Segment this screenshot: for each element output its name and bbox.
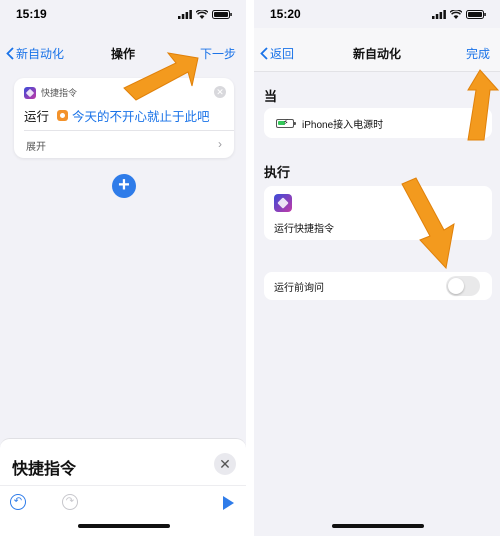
- back-label: 新自动化: [16, 46, 65, 61]
- back-button[interactable]: 新自动化: [6, 45, 64, 62]
- done-button[interactable]: 完成: [466, 45, 490, 62]
- status-icons: [432, 9, 486, 19]
- close-icon[interactable]: ✕: [214, 86, 226, 98]
- action-app-name: 快捷指令: [41, 88, 78, 98]
- home-indicator: [78, 524, 170, 528]
- chevron-right-icon[interactable]: ›: [218, 137, 222, 151]
- sheet-title: 快捷指令: [12, 461, 77, 478]
- battery-icon: [212, 9, 232, 19]
- ask-before-running-toggle[interactable]: [446, 276, 480, 296]
- add-action-button[interactable]: +: [112, 174, 136, 198]
- nav-bar: 新自动化 操作 下一步: [0, 38, 246, 68]
- action-text: 运行快捷指令: [274, 224, 334, 235]
- battery-icon: [466, 9, 486, 19]
- ask-before-running-row: 运行前询问: [264, 272, 492, 300]
- chevron-left-icon: [260, 46, 268, 60]
- status-bar: 15:19: [0, 0, 246, 28]
- chevron-left-icon: [6, 46, 14, 60]
- play-icon[interactable]: [223, 496, 234, 510]
- action-card[interactable]: 快捷指令 ✕ 运行 今天的不开心就止于此吧 展开 ›: [14, 78, 234, 158]
- wifi-icon: [450, 9, 462, 19]
- shortcuts-icon: [274, 194, 292, 212]
- nav-bar: 返回 新自动化 完成: [254, 38, 500, 68]
- signal-icon: [432, 9, 446, 19]
- battery-charging-icon: ⚡: [276, 118, 296, 128]
- trigger-row[interactable]: ⚡ iPhone接入电源时: [264, 108, 492, 138]
- divider: [24, 130, 234, 131]
- sheet-close-button[interactable]: ✕: [214, 453, 236, 475]
- signal-icon: [178, 9, 192, 19]
- home-indicator: [332, 524, 424, 528]
- page-title: 操作: [110, 46, 135, 61]
- do-section-label: 执行: [264, 165, 291, 180]
- wifi-icon: [196, 9, 208, 19]
- status-time: 15:20: [270, 7, 301, 21]
- shortcut-chip-icon: [57, 110, 69, 121]
- page-title: 新自动化: [352, 46, 401, 61]
- back-label: 返回: [270, 46, 295, 61]
- back-button[interactable]: 返回: [260, 45, 294, 62]
- expand-button[interactable]: 展开: [26, 138, 46, 153]
- actions-sheet: 快捷指令 ✕ ↶ ↷: [0, 438, 246, 536]
- ask-before-running-label: 运行前询问: [274, 282, 324, 294]
- next-button[interactable]: 下一步: [200, 45, 236, 62]
- status-time: 15:19: [16, 7, 47, 21]
- action-row[interactable]: 运行快捷指令: [264, 186, 492, 240]
- status-bar: 15:20: [254, 0, 500, 28]
- run-shortcut-row: 运行 今天的不开心就止于此吧: [24, 106, 210, 125]
- sheet-toolbar: ↶ ↷: [0, 485, 246, 519]
- left-screen: 15:19 新自动化 操作 下一步 快捷指令 ✕ 运行 今天的不开心就止于此吧 …: [0, 0, 246, 536]
- when-section-label: 当: [264, 89, 278, 104]
- action-card-header: 快捷指令: [24, 86, 77, 99]
- right-screen: 15:20 返回 新自动化 完成 当 ⚡ iPhone接入电源时 执行 运行快捷…: [254, 0, 500, 536]
- shortcut-name-token[interactable]: 今天的不开心就止于此吧: [72, 106, 210, 125]
- trigger-text: iPhone接入电源时: [302, 119, 384, 131]
- redo-icon[interactable]: ↷: [62, 494, 78, 510]
- toggle-knob: [448, 278, 464, 294]
- run-label: 运行: [24, 110, 50, 124]
- undo-icon[interactable]: ↶: [10, 494, 26, 510]
- shortcuts-icon: [24, 86, 36, 99]
- status-icons: [178, 9, 232, 19]
